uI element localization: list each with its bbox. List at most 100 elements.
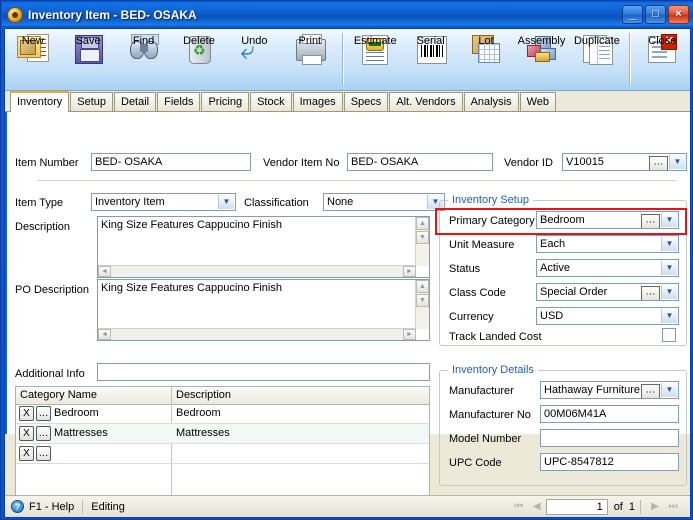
toolbar-button-find[interactable]: Find — [116, 29, 171, 89]
class-code-combo[interactable]: Special Order ⋯ ▼ — [536, 283, 679, 301]
po-description-horizontal-scrollbar[interactable]: ◄ ► — [98, 328, 416, 340]
manufacturer-no-input[interactable]: 00M06M41A — [540, 405, 679, 423]
tab-stock[interactable]: Stock — [250, 92, 292, 111]
class-code-browse-button[interactable]: ⋯ — [641, 286, 660, 300]
tab-alt-vendors[interactable]: Alt. Vendors — [389, 92, 463, 111]
toolbar-button-undo[interactable]: ⤷ Undo — [227, 29, 282, 89]
tab-inventory[interactable]: Inventory — [10, 91, 70, 112]
po-description-textarea[interactable]: King Size Features Cappucino Finish ▲ ▼ … — [97, 279, 430, 341]
track-landed-cost-checkbox[interactable] — [662, 328, 676, 342]
category-grid[interactable]: Category Name Description X … Bedroom Be… — [15, 386, 430, 498]
currency-chevron-down-icon[interactable]: ▼ — [661, 309, 677, 323]
toolbar-separator-1 — [341, 33, 344, 85]
minimize-button[interactable]: _ — [622, 5, 643, 24]
close-button[interactable]: × — [668, 5, 689, 24]
toolbar-button-new[interactable]: New — [5, 29, 60, 89]
classification-label: Classification — [244, 197, 309, 209]
item-number-input[interactable]: BED- OSAKA — [91, 153, 251, 171]
unit-measure-combo[interactable]: Each ▼ — [536, 235, 679, 253]
row-browse-button[interactable]: … — [36, 406, 51, 421]
table-row[interactable]: X … — [16, 444, 429, 464]
toolbar-button-lot[interactable]: Lot — [458, 29, 513, 89]
tab-analysis[interactable]: Analysis — [463, 92, 519, 111]
unit-measure-chevron-down-icon[interactable]: ▼ — [661, 237, 677, 251]
toolbar-button-estimate[interactable]: Estimate — [348, 29, 403, 89]
vendor-id-combo[interactable]: V10015 ⋯ ▼ — [562, 153, 687, 171]
next-record-button[interactable]: ▶ — [646, 500, 664, 514]
table-row[interactable]: X … Bedroom Bedroom — [16, 404, 429, 424]
description-vertical-scrollbar[interactable]: ▲ ▼ — [415, 217, 429, 266]
toolbar-button-duplicate[interactable]: Duplicate — [569, 29, 624, 89]
model-number-label: Model Number — [449, 433, 522, 445]
description-textarea[interactable]: King Size Features Cappucino Finish ▲ ▼ … — [97, 216, 430, 278]
classification-combo[interactable]: None ▼ — [323, 193, 445, 211]
help-hint[interactable]: ? F1 - Help — [11, 500, 74, 513]
minimize-icon: _ — [628, 6, 637, 21]
description-horizontal-scrollbar[interactable]: ◄ ► — [98, 265, 416, 277]
scroll-down-icon[interactable]: ▼ — [416, 231, 429, 244]
tab-specs[interactable]: Specs — [343, 92, 389, 111]
row-browse-button[interactable]: … — [36, 446, 51, 461]
vendor-item-no-label: Vendor Item No — [263, 157, 340, 169]
toolbar-button-serial[interactable]: Serial — [403, 29, 458, 89]
toolbar-button-close[interactable]: ✕ Close — [635, 29, 690, 89]
record-number-input[interactable]: 1 — [545, 498, 608, 515]
classification-value: None — [327, 196, 354, 208]
toolbar-button-print[interactable]: Print — [282, 29, 337, 89]
class-code-chevron-down-icon[interactable]: ▼ — [661, 285, 677, 299]
table-row[interactable]: X … Mattresses Mattresses — [16, 424, 429, 444]
tab-web[interactable]: Web — [519, 92, 556, 111]
previous-record-button[interactable]: ◀ — [528, 500, 546, 514]
grid-header-row: Category Name Description — [16, 387, 429, 405]
maximize-button[interactable]: □ — [645, 5, 666, 24]
last-record-button[interactable]: ⏭ — [664, 500, 682, 514]
manufacturer-combo[interactable]: Hathaway Furniture W ⋯ ▼ — [540, 381, 679, 399]
item-type-chevron-down-icon[interactable]: ▼ — [218, 195, 234, 209]
status-chevron-down-icon[interactable]: ▼ — [661, 261, 677, 275]
po-description-vertical-scrollbar[interactable]: ▲ ▼ — [415, 280, 429, 329]
tab-label-detail: Detail — [121, 96, 150, 108]
toolbar-button-save[interactable]: Save — [60, 29, 115, 89]
tab-pricing[interactable]: Pricing — [201, 92, 250, 111]
manufacturer-browse-button[interactable]: ⋯ — [641, 384, 660, 398]
vendor-id-label: Vendor ID — [504, 157, 553, 169]
tab-label-alt-vendors: Alt. Vendors — [396, 96, 456, 108]
unit-measure-label: Unit Measure — [449, 239, 515, 251]
scroll-left-icon[interactable]: ◄ — [98, 266, 111, 277]
toolbar-label-new: New — [21, 35, 44, 47]
primary-category-combo[interactable]: Bedroom ⋯ ▼ — [536, 211, 679, 229]
title-bar: Inventory Item - BED- OSAKA _ □ × — [2, 2, 693, 27]
window-controls: _ □ × — [622, 5, 689, 24]
tab-setup[interactable]: Setup — [70, 92, 113, 111]
upc-code-input[interactable]: UPC-8547812 — [540, 453, 679, 471]
row-delete-button[interactable]: X — [19, 446, 34, 461]
item-type-combo[interactable]: Inventory Item ▼ — [91, 193, 236, 211]
row-delete-button[interactable]: X — [19, 406, 34, 421]
primary-category-chevron-down-icon[interactable]: ▼ — [661, 213, 677, 227]
row-browse-button[interactable]: … — [36, 426, 51, 441]
grid-column-category-name[interactable]: Category Name — [16, 387, 171, 404]
vendor-id-browse-button[interactable]: ⋯ — [649, 156, 668, 170]
model-number-input[interactable] — [540, 429, 679, 447]
currency-combo[interactable]: USD ▼ — [536, 307, 679, 325]
grid-column-description[interactable]: Description — [171, 387, 429, 404]
tab-detail[interactable]: Detail — [114, 92, 157, 111]
tab-images[interactable]: Images — [292, 92, 343, 111]
first-record-button[interactable]: ⏮ — [510, 500, 528, 514]
scroll-right-icon[interactable]: ► — [403, 266, 416, 277]
vendor-id-chevron-down-icon[interactable]: ▼ — [669, 155, 685, 169]
row-delete-button[interactable]: X — [19, 426, 34, 441]
po-scroll-up-icon[interactable]: ▲ — [416, 280, 429, 293]
po-scroll-left-icon[interactable]: ◄ — [98, 329, 111, 340]
vendor-item-no-input[interactable]: BED- OSAKA — [347, 153, 493, 171]
toolbar-button-delete[interactable]: ♻ Delete — [171, 29, 226, 89]
po-scroll-down-icon[interactable]: ▼ — [416, 294, 429, 307]
tab-fields[interactable]: Fields — [157, 92, 201, 111]
additional-info-input[interactable] — [97, 363, 430, 381]
status-combo[interactable]: Active ▼ — [536, 259, 679, 277]
primary-category-browse-button[interactable]: ⋯ — [641, 214, 660, 228]
manufacturer-chevron-down-icon[interactable]: ▼ — [661, 383, 677, 397]
toolbar-button-assembly[interactable]: Assembly — [514, 29, 569, 89]
scroll-up-icon[interactable]: ▲ — [416, 217, 429, 230]
po-scroll-right-icon[interactable]: ► — [403, 329, 416, 340]
